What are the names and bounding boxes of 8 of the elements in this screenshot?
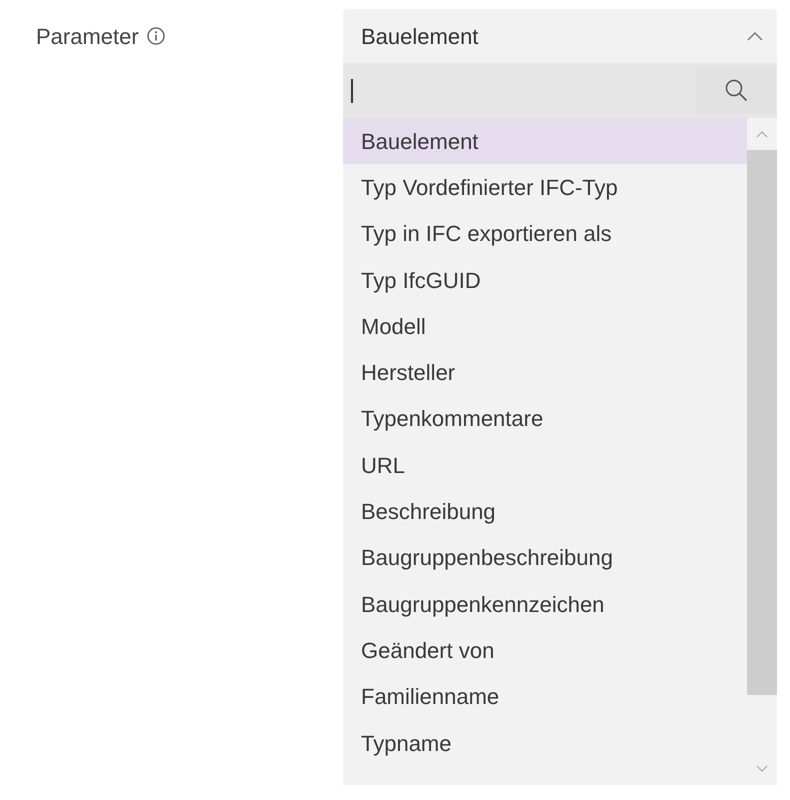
search-icon — [724, 78, 748, 102]
info-icon — [146, 27, 165, 45]
field-label: Parameter — [36, 22, 139, 50]
dropdown-option[interactable]: Bauelement — [343, 118, 747, 164]
dropdown-select[interactable]: Bauelement — [343, 9, 777, 63]
scrollbar-thumb[interactable] — [747, 150, 777, 695]
text-cursor-icon — [351, 79, 353, 103]
search-button[interactable] — [696, 66, 775, 114]
